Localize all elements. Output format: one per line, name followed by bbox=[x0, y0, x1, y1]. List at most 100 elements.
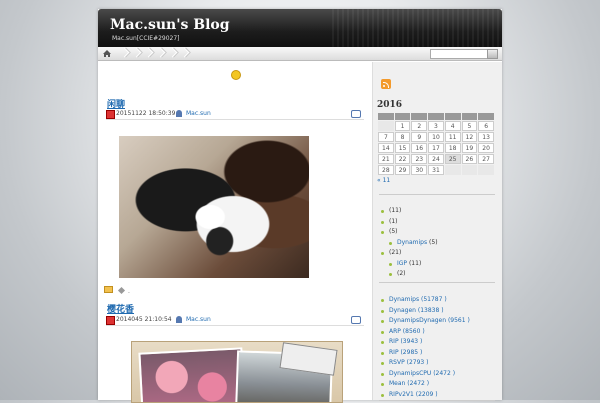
divider bbox=[379, 400, 495, 401]
nav-item[interactable] bbox=[166, 48, 178, 59]
calendar-day[interactable]: 6 bbox=[478, 121, 494, 131]
divider bbox=[379, 194, 495, 195]
tag-item[interactable]: Dynagen (13838 ) bbox=[379, 306, 470, 317]
calendar-day[interactable]: 17 bbox=[428, 143, 444, 153]
tag-list: Dynamips (51787 ) Dynagen (13838 ) Dynam… bbox=[379, 295, 470, 400]
weekday-header bbox=[478, 113, 494, 120]
weekday-header bbox=[378, 113, 394, 120]
tag-item[interactable]: Dynamips (51787 ) bbox=[379, 295, 470, 306]
subcategory-item[interactable]: IGP (11) bbox=[379, 259, 438, 270]
site-description: Mac.sun[CCIE#29027] bbox=[112, 35, 180, 42]
calendar-day[interactable]: 21 bbox=[378, 154, 394, 164]
tag-link[interactable]: RIPv2V1 (2209 ) bbox=[389, 391, 438, 398]
calendar-day bbox=[378, 121, 394, 131]
comment-icon[interactable] bbox=[351, 316, 361, 324]
category-item[interactable]: (1) bbox=[379, 217, 438, 228]
calendar-day[interactable]: 15 bbox=[394, 143, 411, 153]
calendar-day[interactable]: 14 bbox=[378, 143, 394, 153]
nav-item[interactable] bbox=[130, 48, 142, 59]
calendar-day[interactable]: 2 bbox=[411, 121, 428, 131]
calendar-day[interactable]: 11 bbox=[444, 132, 461, 142]
category-label: (21) bbox=[389, 249, 402, 256]
tag-item[interactable]: Mean (2472 ) bbox=[379, 379, 470, 390]
calendar-day[interactable]: 23 bbox=[411, 154, 428, 164]
tag-item[interactable]: RIPv2V1 (2209 ) bbox=[379, 390, 470, 401]
category-item[interactable]: (21) bbox=[379, 248, 438, 259]
calendar-day[interactable]: 5 bbox=[461, 121, 478, 131]
subcategory-item[interactable]: Dynamips (5) bbox=[379, 238, 438, 249]
calendar-day[interactable]: 10 bbox=[428, 132, 444, 142]
tag-link[interactable]: Dynagen (13838 ) bbox=[389, 307, 444, 314]
home-icon[interactable] bbox=[102, 49, 112, 58]
calendar-day[interactable]: 12 bbox=[461, 132, 478, 142]
calendar-day[interactable]: 24 bbox=[428, 154, 444, 164]
tag-link[interactable]: DynamipsCPU (2472 ) bbox=[389, 370, 455, 377]
weekday-header bbox=[411, 113, 428, 120]
tag-item[interactable]: DynamipsCPU (2472 ) bbox=[379, 369, 470, 380]
category-link[interactable]: IGP bbox=[397, 260, 407, 267]
nav-item[interactable] bbox=[154, 48, 166, 59]
nav-menu bbox=[118, 48, 190, 59]
calendar-day[interactable]: 22 bbox=[394, 154, 411, 164]
post-author[interactable]: Mac.sun bbox=[186, 110, 211, 117]
calendar-prev-link[interactable]: « 11 bbox=[377, 177, 495, 184]
calendar-day[interactable]: 19 bbox=[461, 143, 478, 153]
calendar-day[interactable]: 20 bbox=[478, 143, 494, 153]
nav-item[interactable] bbox=[118, 48, 130, 59]
tag-link[interactable]: Mean (2472 ) bbox=[389, 380, 429, 387]
calendar-icon bbox=[106, 110, 115, 119]
nav-item[interactable] bbox=[142, 48, 154, 59]
post-image[interactable] bbox=[131, 341, 343, 403]
post-image[interactable] bbox=[119, 136, 309, 278]
calendar-day[interactable]: 27 bbox=[478, 154, 494, 164]
site-title[interactable]: Mac.sun's Blog bbox=[110, 17, 230, 33]
tag-item[interactable]: RIP (2985 ) bbox=[379, 348, 470, 359]
tag-link[interactable]: RIP (3943 ) bbox=[389, 338, 422, 345]
calendar-day[interactable]: 7 bbox=[378, 132, 394, 142]
tag-link[interactable]: Dynamips (51787 ) bbox=[389, 296, 447, 303]
category-item[interactable]: (5) bbox=[379, 227, 438, 238]
calendar-day[interactable]: 8 bbox=[394, 132, 411, 142]
calendar-day[interactable]: 31 bbox=[428, 165, 444, 175]
calendar-day[interactable]: 29 bbox=[394, 165, 411, 175]
nav-item[interactable] bbox=[178, 48, 190, 59]
weekday-header bbox=[394, 113, 411, 120]
post-footer: . bbox=[104, 286, 130, 295]
category-label: (11) bbox=[389, 207, 402, 214]
tag-link[interactable]: DynamipsDynagen (9561 ) bbox=[389, 317, 470, 324]
post-date: 2014045 21:10:54 bbox=[116, 316, 172, 323]
comment-icon[interactable] bbox=[351, 110, 361, 118]
calendar-day[interactable]: 30 bbox=[411, 165, 428, 175]
category-link[interactable]: Dynamips bbox=[397, 239, 427, 246]
tag-item[interactable]: RSVP (2793 ) bbox=[379, 358, 470, 369]
smiley-icon bbox=[231, 70, 241, 80]
calendar-day-today[interactable]: 25 bbox=[444, 154, 461, 164]
calendar-day[interactable]: 13 bbox=[478, 132, 494, 142]
post-date: 20151122 18:50:39 bbox=[116, 110, 176, 117]
rss-icon[interactable] bbox=[381, 79, 391, 89]
calendar-day[interactable]: 26 bbox=[461, 154, 478, 164]
post-author[interactable]: Mac.sun bbox=[186, 316, 211, 323]
tag-item[interactable]: DynamipsDynagen (9561 ) bbox=[379, 316, 470, 327]
calendar-widget: 20 16 1 2 3 4 5 6 7 8 9 10 11 12 13 14 15… bbox=[377, 100, 495, 184]
calendar-day[interactable]: 3 bbox=[428, 121, 444, 131]
calendar-day[interactable]: 28 bbox=[378, 165, 394, 175]
calendar-day[interactable]: 16 bbox=[411, 143, 428, 153]
category-item[interactable]: (11) bbox=[379, 206, 438, 217]
search-button[interactable] bbox=[487, 49, 498, 59]
calendar-day[interactable]: 9 bbox=[411, 132, 428, 142]
divider bbox=[379, 282, 495, 283]
tag-link[interactable]: ARP (8560 ) bbox=[389, 328, 425, 335]
tag-item[interactable]: ARP (8560 ) bbox=[379, 327, 470, 338]
weekday-header bbox=[461, 113, 478, 120]
calendar-day[interactable]: 4 bbox=[444, 121, 461, 131]
folder-icon bbox=[104, 286, 113, 293]
tag-link[interactable]: RSVP (2793 ) bbox=[389, 359, 428, 366]
main-content: 闲聊 20151122 18:50:39 Mac.sun . 樱花香 20140… bbox=[98, 62, 373, 403]
subcategory-item[interactable]: (2) bbox=[379, 269, 438, 280]
calendar-day[interactable]: 1 bbox=[394, 121, 411, 131]
tag-link[interactable]: RIP (2985 ) bbox=[389, 349, 422, 356]
calendar-day[interactable]: 18 bbox=[444, 143, 461, 153]
post-title[interactable]: 樱花香 bbox=[107, 302, 134, 315]
tag-item[interactable]: RIP (3943 ) bbox=[379, 337, 470, 348]
